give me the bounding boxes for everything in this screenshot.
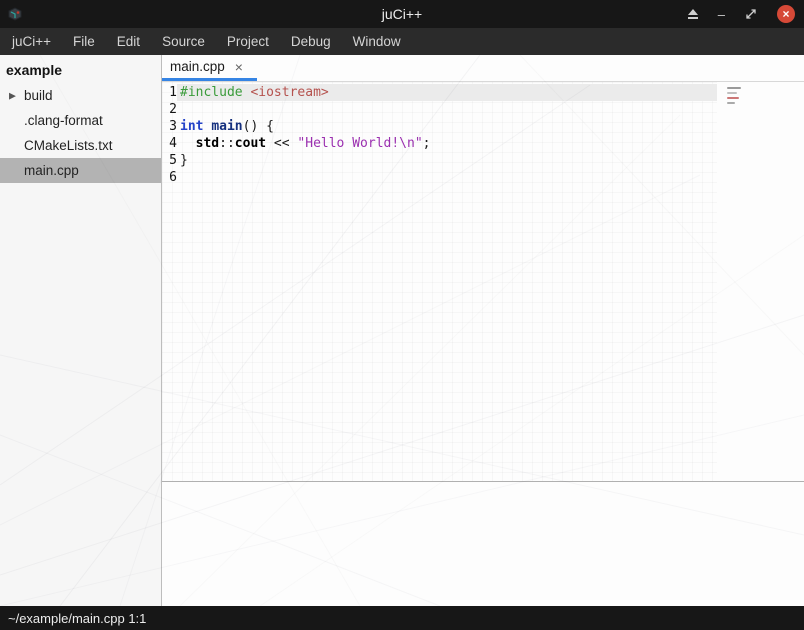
line-number: 3 <box>162 118 177 135</box>
minimap-line <box>727 92 737 94</box>
menu-item-source[interactable]: Source <box>151 28 216 55</box>
tab-bar: main.cpp × <box>162 55 804 82</box>
line-number: 1 <box>162 84 177 101</box>
code-token: cout <box>235 136 266 151</box>
titlebar[interactable]: juCi++ – × <box>0 0 804 28</box>
window-controls: – × <box>688 5 795 23</box>
file-tree-sidebar: example ▶ build .clang-format CMakeLists.tx… <box>0 55 162 606</box>
sidebar-item-build[interactable]: ▶ build <box>0 83 161 108</box>
code-line[interactable] <box>177 101 717 118</box>
code-token: main <box>211 119 242 134</box>
code-line[interactable]: int main() { <box>177 118 717 135</box>
minimap-line <box>727 102 735 104</box>
file-label: main.cpp <box>24 163 79 178</box>
main-panel: main.cpp × 123456 #include <iostream>int… <box>162 55 804 606</box>
minimap-line <box>727 87 741 89</box>
sidebar-item-main-cpp[interactable]: main.cpp <box>0 158 161 183</box>
expander-icon[interactable]: ▶ <box>9 90 16 101</box>
code-token: "Hello World!\n" <box>297 136 422 151</box>
menu-item-window[interactable]: Window <box>342 28 412 55</box>
code-token <box>180 136 196 151</box>
tab-label: main.cpp <box>170 59 225 74</box>
minimap[interactable] <box>727 87 741 104</box>
file-label: build <box>24 88 53 103</box>
sidebar-item-clang-format[interactable]: .clang-format <box>0 108 161 133</box>
code-token: :: <box>219 136 235 151</box>
code-token: () { <box>243 119 274 134</box>
line-number: 4 <box>162 135 177 152</box>
editor-margin <box>717 82 804 481</box>
code-token: << <box>266 136 297 151</box>
code-editor[interactable]: 123456 #include <iostream>int main() { s… <box>162 82 804 481</box>
tab-main-cpp[interactable]: main.cpp × <box>162 55 257 81</box>
status-bar: ~/example/main.cpp 1:1 <box>0 606 804 630</box>
output-panel[interactable] <box>162 481 804 606</box>
app-icon <box>7 6 24 23</box>
code-token: #include <box>180 85 243 100</box>
restore-icon[interactable] <box>745 8 757 20</box>
line-number: 2 <box>162 101 177 118</box>
menu-item-file[interactable]: File <box>62 28 106 55</box>
code-line[interactable]: } <box>177 152 717 169</box>
code-area[interactable]: #include <iostream>int main() { std::cou… <box>177 82 717 481</box>
file-label: .clang-format <box>24 113 103 128</box>
sidebar-item-cmakelists-txt[interactable]: CMakeLists.txt <box>0 133 161 158</box>
code-token: ; <box>423 136 431 151</box>
menu-item-debug[interactable]: Debug <box>280 28 342 55</box>
app-window: juCi++ – × juCi++FileEditSourceProjectDe… <box>0 0 804 630</box>
file-tree: ▶ build .clang-format CMakeLists.txt main.cp… <box>0 83 161 183</box>
eject-icon[interactable] <box>688 9 698 19</box>
code-token: <iostream> <box>250 85 328 100</box>
code-token: int <box>180 119 203 134</box>
project-root-label: example <box>0 55 161 83</box>
menu-bar: juCi++FileEditSourceProjectDebugWindow <box>0 28 804 55</box>
minimize-icon[interactable]: – <box>718 8 725 21</box>
status-file-position: ~/example/main.cpp 1:1 <box>8 611 146 626</box>
line-number: 6 <box>162 169 177 186</box>
code-line[interactable] <box>177 169 717 186</box>
code-token: } <box>180 153 188 168</box>
minimap-line <box>727 97 739 99</box>
file-label: CMakeLists.txt <box>24 138 113 153</box>
window-title: juCi++ <box>0 6 804 22</box>
menu-item-project[interactable]: Project <box>216 28 280 55</box>
code-line[interactable]: #include <iostream> <box>177 84 717 101</box>
content-area: example ▶ build .clang-format CMakeLists.tx… <box>0 55 804 606</box>
close-icon[interactable]: × <box>777 5 795 23</box>
menu-item-edit[interactable]: Edit <box>106 28 151 55</box>
code-line[interactable]: std::cout << "Hello World!\n"; <box>177 135 717 152</box>
line-number: 5 <box>162 152 177 169</box>
editor-text-region[interactable]: 123456 #include <iostream>int main() { s… <box>162 82 717 481</box>
line-number-gutter: 123456 <box>162 82 177 481</box>
menu-item-juci[interactable]: juCi++ <box>1 28 62 55</box>
code-token: std <box>196 136 219 151</box>
tab-close-icon[interactable]: × <box>235 59 243 75</box>
